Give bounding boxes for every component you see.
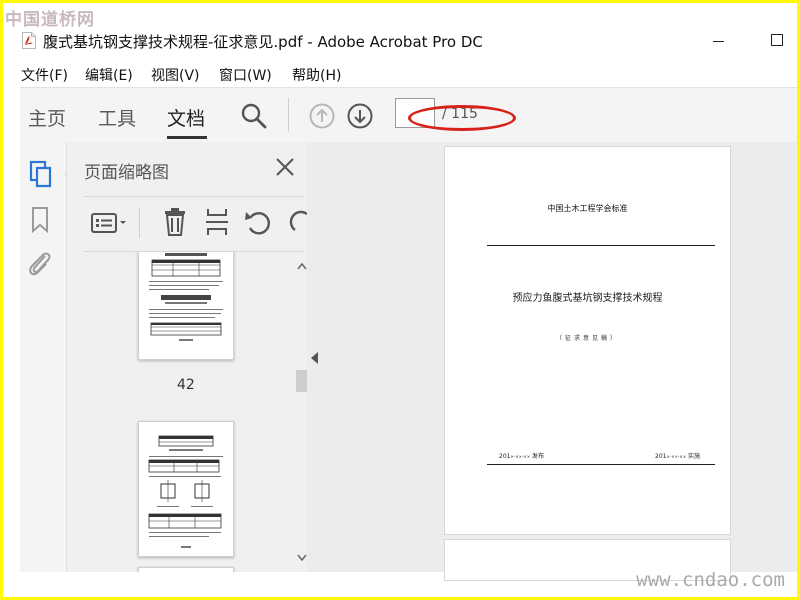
thumbnail-page[interactable]	[138, 567, 234, 572]
tab-home[interactable]: 主页	[28, 104, 66, 131]
document-title: 预应力鱼腹式基坑钢支撑技术规程	[512, 293, 663, 304]
document-org: 中国土木工程学会标准	[547, 204, 628, 213]
navigation-pane	[20, 142, 72, 572]
minimize-button[interactable]	[713, 41, 724, 42]
options-menu-icon[interactable]	[90, 211, 130, 235]
document-viewer[interactable]: 中国土木工程学会标准 预应力鱼腹式基坑钢支撑技术规程 （征求意见稿） 201×-…	[323, 142, 797, 581]
issue-date: 201×-××-×× 发布	[499, 453, 545, 460]
thumbnails-panel: 页面缩略图 42	[66, 142, 308, 572]
menu-view[interactable]: 视图(V)	[151, 65, 200, 85]
implementation-date: 201×-××-×× 实施	[655, 453, 701, 460]
thumbnail-page[interactable]	[138, 252, 234, 360]
maximize-button[interactable]	[771, 34, 783, 46]
thumbnail-page-label: 42	[177, 377, 195, 393]
document-rule	[487, 464, 715, 465]
arrow-down-circle-icon[interactable]	[347, 103, 373, 129]
document-subtitle: （征求意见稿）	[555, 335, 619, 342]
pages-icon[interactable]	[29, 160, 53, 188]
toolbar: 主页 工具 文档 / 115	[20, 87, 797, 143]
thumbnail-content	[148, 435, 223, 548]
panel-divider	[84, 196, 304, 197]
thumbnail-page[interactable]	[138, 421, 234, 557]
panel-tool-separator	[139, 208, 140, 238]
active-tab-indicator	[167, 136, 207, 139]
rotate-left-icon[interactable]	[244, 208, 272, 236]
menu-edit[interactable]: 编辑(E)	[85, 65, 133, 85]
panel-title: 页面缩略图	[84, 163, 169, 183]
pane-splitter[interactable]	[307, 142, 323, 572]
pdf-file-icon	[22, 32, 36, 49]
rotate-right-icon[interactable]	[287, 208, 307, 236]
arrow-up-circle-icon[interactable]	[309, 103, 335, 129]
search-icon[interactable]	[240, 102, 268, 130]
watermark-bottom: www.cndao.com	[636, 569, 785, 591]
scroll-up-icon[interactable]	[297, 262, 307, 270]
document-page: 中国土木工程学会标准 预应力鱼腹式基坑钢支撑技术规程 （征求意见稿） 201×-…	[444, 146, 731, 535]
menu-help[interactable]: 帮助(H)	[292, 65, 341, 85]
collapse-panel-icon[interactable]	[311, 352, 319, 364]
close-icon[interactable]	[274, 156, 296, 178]
document-rule	[487, 245, 715, 246]
thumbnail-list: 42	[67, 252, 308, 572]
tab-tools[interactable]: 工具	[98, 104, 136, 131]
bookmark-icon[interactable]	[30, 206, 50, 234]
scrollbar-thumb[interactable]	[296, 370, 307, 392]
menu-window[interactable]: 窗口(W)	[219, 65, 272, 85]
toolbar-separator	[288, 98, 289, 132]
scroll-down-icon[interactable]	[297, 554, 307, 562]
app-frame: 中国道桥网 腹式基坑钢支撑技术规程-征求意见.pdf - Adobe Acrob…	[3, 3, 797, 597]
title-bar: 腹式基坑钢支撑技术规程-征求意见.pdf - Adobe Acrobat Pro…	[3, 25, 797, 57]
trash-icon[interactable]	[163, 207, 187, 237]
window-title: 腹式基坑钢支撑技术规程-征求意见.pdf - Adobe Acrobat Pro…	[43, 33, 483, 51]
thumbnail-content	[149, 253, 223, 341]
highlight-annotation	[408, 105, 516, 131]
insert-page-icon[interactable]	[204, 207, 230, 237]
tab-document[interactable]: 文档	[167, 104, 205, 131]
paperclip-icon[interactable]	[26, 248, 54, 278]
menu-file[interactable]: 文件(F)	[21, 65, 68, 85]
